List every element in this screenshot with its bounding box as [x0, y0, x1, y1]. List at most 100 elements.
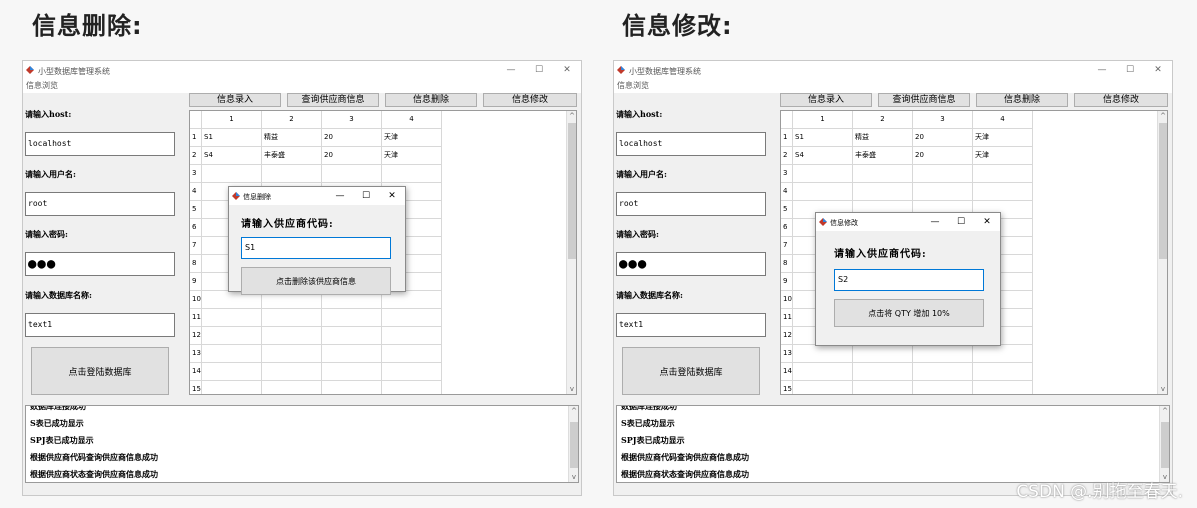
- table-cell[interactable]: [322, 363, 382, 381]
- table-cell[interactable]: [793, 183, 853, 201]
- table-cell[interactable]: [382, 309, 442, 327]
- btn-insert[interactable]: 信息录入: [189, 93, 281, 107]
- table-cell[interactable]: [913, 381, 973, 394]
- table-row[interactable]: 2 S4 丰泰盛 20 天津: [190, 147, 442, 165]
- host-input[interactable]: localhost: [616, 132, 766, 156]
- table-cell[interactable]: [322, 381, 382, 394]
- table-row[interactable]: 1 S1 精益 20 天津: [781, 129, 1033, 147]
- table-cell[interactable]: [382, 363, 442, 381]
- login-button[interactable]: 点击登陆数据库: [622, 347, 760, 395]
- delete-supplier-button[interactable]: 点击删除该供应商信息: [241, 267, 391, 295]
- col-header[interactable]: 1: [202, 111, 262, 129]
- col-header[interactable]: 2: [853, 111, 913, 129]
- scroll-down-icon[interactable]: v: [569, 472, 578, 482]
- table-cell[interactable]: [853, 381, 913, 394]
- scroll-up-icon[interactable]: ^: [1158, 111, 1167, 121]
- maximize-button[interactable]: ☐: [948, 213, 974, 231]
- btn-insert[interactable]: 信息录入: [780, 93, 872, 107]
- table-cell[interactable]: [262, 309, 322, 327]
- table-cell[interactable]: S1: [793, 129, 853, 147]
- table-cell[interactable]: S4: [202, 147, 262, 165]
- grid-scrollbar[interactable]: ^ v: [566, 111, 576, 394]
- minimize-button[interactable]: —: [1088, 61, 1116, 79]
- table-cell[interactable]: 20: [322, 129, 382, 147]
- table-row[interactable]: 14: [190, 363, 442, 381]
- col-header[interactable]: 4: [382, 111, 442, 129]
- table-cell[interactable]: [973, 363, 1033, 381]
- table-cell[interactable]: [853, 345, 913, 363]
- table-cell[interactable]: [262, 327, 322, 345]
- table-cell[interactable]: [973, 381, 1033, 394]
- maximize-button[interactable]: ☐: [525, 61, 553, 79]
- table-row[interactable]: 15: [781, 381, 1033, 394]
- btn-query[interactable]: 查询供应商信息: [878, 93, 970, 107]
- table-cell[interactable]: [322, 327, 382, 345]
- col-header[interactable]: 4: [973, 111, 1033, 129]
- table-cell[interactable]: [853, 165, 913, 183]
- supplier-code-input[interactable]: S2: [834, 269, 984, 291]
- table-cell[interactable]: [202, 381, 262, 394]
- maximize-button[interactable]: ☐: [1116, 61, 1144, 79]
- user-input[interactable]: root: [616, 192, 766, 216]
- host-input[interactable]: localhost: [25, 132, 175, 156]
- maximize-button[interactable]: ☐: [353, 187, 379, 205]
- minimize-button[interactable]: —: [327, 187, 353, 205]
- table-cell[interactable]: [853, 183, 913, 201]
- close-button[interactable]: ✕: [1144, 61, 1172, 79]
- table-cell[interactable]: [262, 345, 322, 363]
- scroll-up-icon[interactable]: ^: [567, 111, 576, 121]
- table-row[interactable]: 11: [190, 309, 442, 327]
- table-cell[interactable]: [793, 345, 853, 363]
- table-cell[interactable]: [382, 291, 442, 309]
- close-button[interactable]: ✕: [553, 61, 581, 79]
- table-cell[interactable]: [262, 165, 322, 183]
- log-scrollbar[interactable]: ^ v: [1159, 406, 1169, 482]
- table-row[interactable]: 15: [190, 381, 442, 394]
- table-cell[interactable]: [793, 381, 853, 394]
- table-cell[interactable]: 丰泰盛: [262, 147, 322, 165]
- table-row[interactable]: 13: [781, 345, 1033, 363]
- scroll-thumb[interactable]: [570, 422, 578, 468]
- table-cell[interactable]: [202, 345, 262, 363]
- table-cell[interactable]: [202, 327, 262, 345]
- table-cell[interactable]: [322, 345, 382, 363]
- table-cell[interactable]: 精益: [853, 129, 913, 147]
- scroll-thumb[interactable]: [568, 123, 576, 259]
- table-cell[interactable]: [382, 327, 442, 345]
- password-input[interactable]: ●●●: [616, 252, 766, 276]
- btn-query[interactable]: 查询供应商信息: [287, 93, 379, 107]
- table-cell[interactable]: [853, 363, 913, 381]
- scroll-thumb[interactable]: [1161, 422, 1169, 468]
- table-cell[interactable]: [202, 309, 262, 327]
- table-cell[interactable]: [913, 183, 973, 201]
- log-panel[interactable]: 数据库连接成功 S表已成功显示 SPJ表已成功显示 根据供应商代码查询供应商信息…: [25, 405, 579, 483]
- menu-browse[interactable]: 信息浏览: [614, 81, 1172, 93]
- user-input[interactable]: root: [25, 192, 175, 216]
- table-cell[interactable]: [913, 363, 973, 381]
- table-row[interactable]: 14: [781, 363, 1033, 381]
- minimize-button[interactable]: —: [922, 213, 948, 231]
- table-cell[interactable]: 20: [913, 129, 973, 147]
- table-cell[interactable]: [973, 165, 1033, 183]
- table-cell[interactable]: 天津: [382, 129, 442, 147]
- increase-qty-button[interactable]: 点击将 QTY 增加 10%: [834, 299, 984, 327]
- scroll-down-icon[interactable]: v: [1158, 384, 1167, 394]
- close-button[interactable]: ✕: [379, 187, 405, 205]
- table-cell[interactable]: [973, 183, 1033, 201]
- table-cell[interactable]: [322, 165, 382, 183]
- table-cell[interactable]: 20: [322, 147, 382, 165]
- table-cell[interactable]: 精益: [262, 129, 322, 147]
- col-header[interactable]: 3: [913, 111, 973, 129]
- table-cell[interactable]: [382, 381, 442, 394]
- close-button[interactable]: ✕: [974, 213, 1000, 231]
- btn-modify[interactable]: 信息修改: [1074, 93, 1168, 107]
- table-cell[interactable]: [793, 363, 853, 381]
- table-cell[interactable]: [262, 381, 322, 394]
- table-cell[interactable]: [382, 165, 442, 183]
- table-cell[interactable]: [322, 309, 382, 327]
- database-input[interactable]: text1: [616, 313, 766, 337]
- scroll-up-icon[interactable]: ^: [1160, 406, 1169, 416]
- table-cell[interactable]: 丰泰盛: [853, 147, 913, 165]
- table-row[interactable]: 13: [190, 345, 442, 363]
- btn-delete[interactable]: 信息删除: [385, 93, 477, 107]
